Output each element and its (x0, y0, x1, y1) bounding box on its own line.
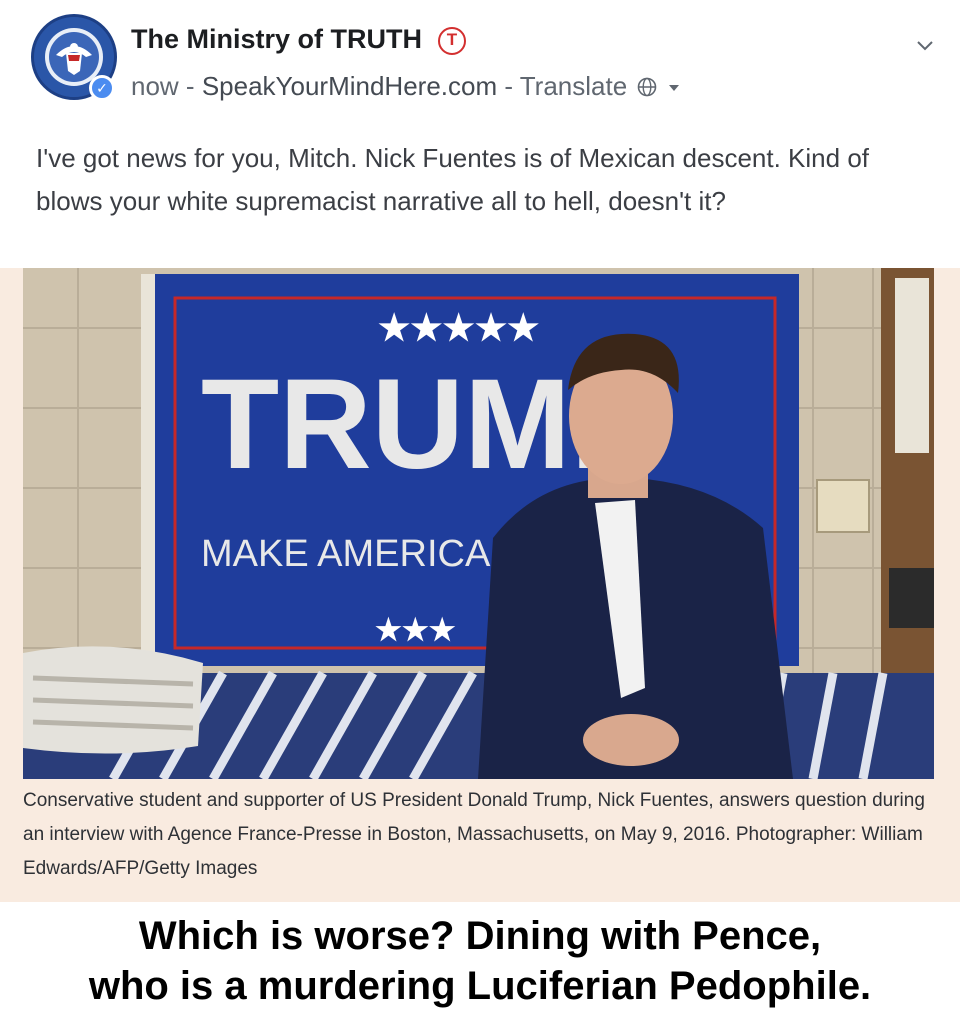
footer-line-1: Which is worse? Dining with Pence, (138, 914, 822, 958)
globe-icon[interactable] (637, 73, 657, 97)
flag-slogan: MAKE AMERICA (201, 533, 491, 575)
post-text: I've got news for you, Mitch. Nick Fuent… (36, 143, 870, 216)
footer-line-2: who is a murdering Luciferian Pedophile. (88, 964, 872, 1008)
photo-caption: Conservative student and supporter of US… (23, 790, 925, 879)
post-timestamp[interactable]: now (131, 71, 179, 101)
photo[interactable]: ★★★★★ TRUMP MAKE AMERICA ★★★ (23, 268, 934, 779)
svg-text:★★★★★: ★★★★★ (378, 307, 539, 348)
translate-link[interactable]: Translate (520, 71, 627, 101)
meta-separator: - (497, 71, 520, 101)
caret-down-icon[interactable] (669, 85, 680, 91)
meta-separator: - (178, 71, 202, 101)
post-header: ✓ The Ministry of TRUTH T now - SpeakYou… (0, 0, 960, 120)
meme-footer-text: Which is worse? Dining with Pence, who i… (0, 911, 960, 1011)
post-meta: now - SpeakYourMindHere.com - Translate (131, 71, 680, 102)
source-site-link[interactable]: SpeakYourMindHere.com (202, 71, 497, 101)
brand-badge-icon: T (438, 27, 466, 55)
author-name[interactable]: The Ministry of TRUTH (131, 24, 422, 55)
svg-text:★★★: ★★★ (375, 614, 456, 647)
verified-icon: ✓ (89, 75, 115, 101)
chevron-down-icon[interactable] (914, 34, 936, 56)
media-card[interactable]: ★★★★★ TRUMP MAKE AMERICA ★★★ Conservativ… (0, 268, 960, 902)
